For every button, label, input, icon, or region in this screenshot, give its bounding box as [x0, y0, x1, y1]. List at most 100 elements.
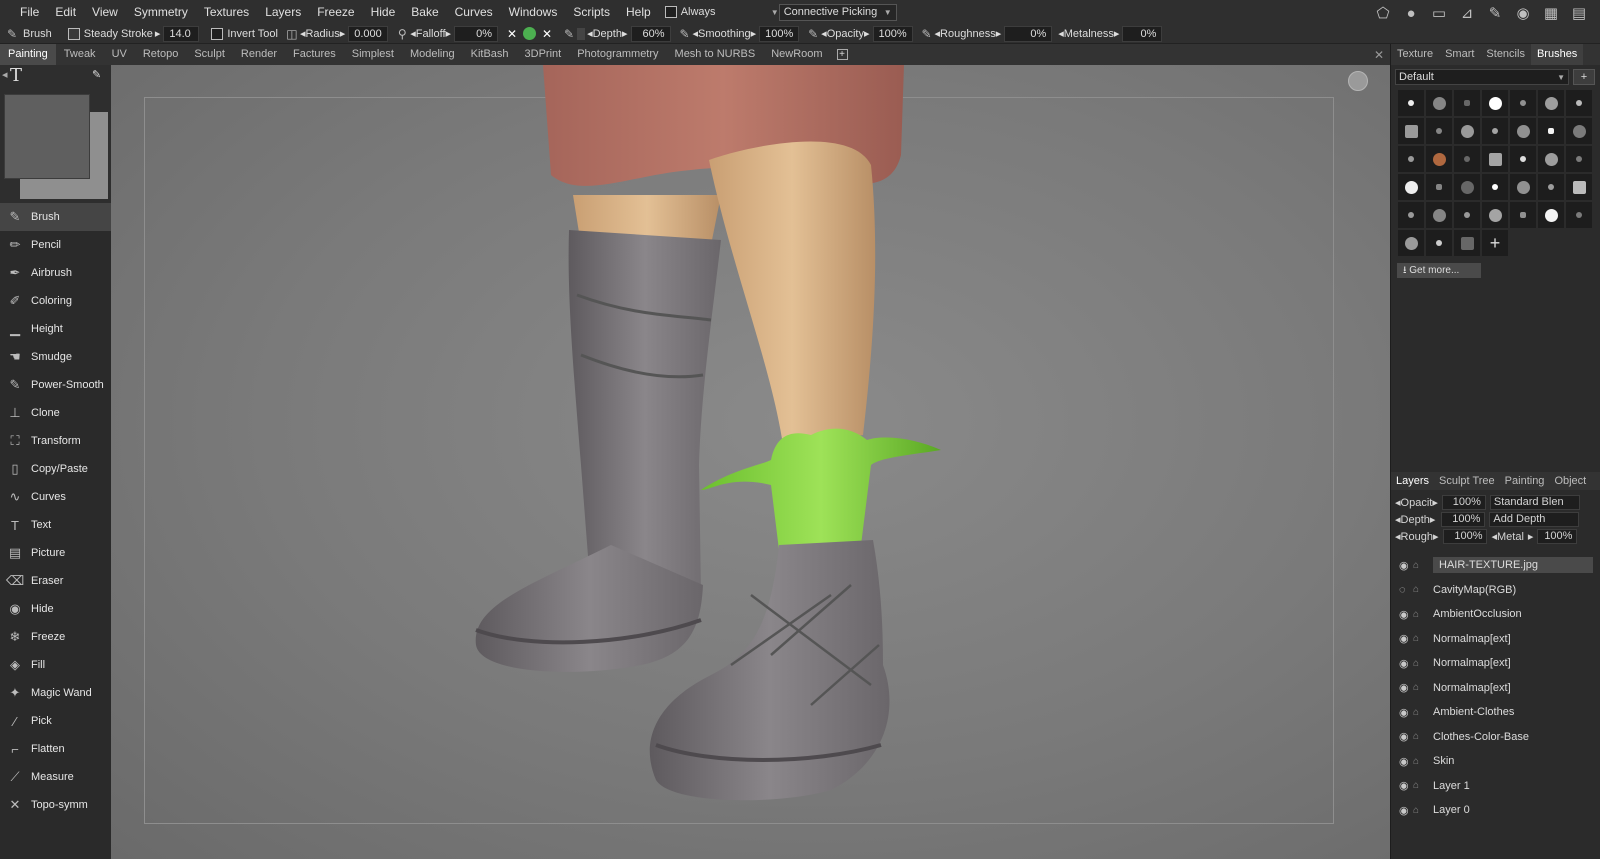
brush-thumbnail[interactable]	[1565, 145, 1593, 173]
menu-windows[interactable]: Windows	[501, 0, 566, 24]
tool-flatten[interactable]: ⌐ Flatten	[0, 735, 111, 763]
menu-freeze[interactable]: Freeze	[309, 0, 362, 24]
lock-icon[interactable]: ⌂	[1413, 560, 1427, 571]
tab-smart[interactable]: Smart	[1439, 44, 1480, 65]
brush-thumbnail[interactable]	[1565, 117, 1593, 145]
arrow-left-icon[interactable]: ◂	[2, 68, 8, 81]
eye-icon[interactable]: ◉	[1399, 730, 1413, 743]
brush-thumbnail[interactable]	[1509, 117, 1537, 145]
menu-hide[interactable]: Hide	[363, 0, 404, 24]
tool-measure[interactable]: ⟋ Measure	[0, 763, 111, 791]
brush-thumbnail[interactable]	[1397, 201, 1425, 229]
layer-row[interactable]: ◉ ⌂ Layer 1	[1391, 774, 1600, 799]
pentagon-icon[interactable]: ⬠	[1372, 3, 1394, 23]
add-brush-button[interactable]: +	[1573, 69, 1595, 85]
close-icon[interactable]: ✕	[1374, 48, 1384, 62]
tool-picture[interactable]: ▤ Picture	[0, 539, 111, 567]
eye-icon[interactable]: ◉	[1399, 657, 1413, 670]
viewport-nav-icon[interactable]	[1348, 71, 1368, 91]
tool-curves[interactable]: ∿ Curves	[0, 483, 111, 511]
eye-icon[interactable]: ◉	[1399, 779, 1413, 792]
primary-color-swatch[interactable]	[4, 94, 90, 179]
brush-thumbnail[interactable]	[1537, 173, 1565, 201]
tool-coloring[interactable]: ✐ Coloring	[0, 287, 111, 315]
depth-mode-dropdown[interactable]: Add Depth	[1489, 512, 1580, 527]
magnifier-icon[interactable]: ⚲	[394, 26, 410, 42]
layer-row[interactable]: ◉ ⌂ Skin	[1391, 749, 1600, 774]
material-icon[interactable]: ◉	[1512, 3, 1534, 23]
tool-magic-wand[interactable]: ✦ Magic Wand	[0, 679, 111, 707]
brush-thumbnail[interactable]	[1397, 117, 1425, 145]
layer-metal-field[interactable]: 100%	[1537, 529, 1578, 544]
lock-icon[interactable]: ⌂	[1413, 707, 1427, 718]
lock-icon[interactable]: ⌂	[1413, 658, 1427, 669]
brush-thumbnail[interactable]	[1453, 145, 1481, 173]
menu-symmetry[interactable]: Symmetry	[126, 0, 196, 24]
brush-thumbnail[interactable]	[1453, 117, 1481, 145]
tool-eraser[interactable]: ⌫ Eraser	[0, 567, 111, 595]
chart-icon[interactable]: ⊿	[1456, 3, 1478, 23]
menu-scripts[interactable]: Scripts	[565, 0, 618, 24]
brush-thumbnail[interactable]	[1537, 201, 1565, 229]
lock-icon[interactable]: ⌂	[1413, 609, 1427, 620]
tab-uv[interactable]: UV	[104, 44, 135, 65]
brush-thumbnail[interactable]	[1481, 201, 1509, 229]
brush-thumbnail[interactable]	[1509, 89, 1537, 117]
text-tool-icon[interactable]: T	[10, 65, 22, 86]
brush-thumbnail[interactable]	[1509, 173, 1537, 201]
layer-row[interactable]: ◉ ⌂ Clothes-Color-Base	[1391, 725, 1600, 750]
brush-thumbnail[interactable]	[1481, 89, 1509, 117]
menu-bake[interactable]: Bake	[403, 0, 446, 24]
brush-thumbnail[interactable]	[1565, 173, 1593, 201]
brush-thumbnail[interactable]	[1481, 145, 1509, 173]
lock-icon[interactable]: ⌂	[1413, 731, 1427, 742]
lock-icon[interactable]: ⌂	[1413, 780, 1427, 791]
tab-simplest[interactable]: Simplest	[344, 44, 402, 65]
layer-rough-field[interactable]: 100%	[1443, 529, 1488, 544]
falloff-field[interactable]: 0%	[454, 25, 499, 42]
layer-row[interactable]: ◌ ⌂ CavityMap(RGB)	[1391, 578, 1600, 603]
tab-texture[interactable]: Texture	[1391, 44, 1439, 65]
tool-text[interactable]: T Text	[0, 511, 111, 539]
brush-thumbnail[interactable]	[1453, 201, 1481, 229]
layer-row[interactable]: ◉ ⌂ Normalmap[ext]	[1391, 676, 1600, 701]
pen-icon[interactable]: ✎	[561, 26, 577, 42]
tab-brushes[interactable]: Brushes	[1530, 44, 1584, 65]
wrench-icon[interactable]: ✎	[1484, 3, 1506, 23]
tool-pencil[interactable]: ✏ Pencil	[0, 231, 111, 259]
always-dropdown[interactable]: Always ▼	[661, 4, 783, 21]
menu-textures[interactable]: Textures	[196, 0, 257, 24]
tool-smudge[interactable]: ☚ Smudge	[0, 343, 111, 371]
tab-tweak[interactable]: Tweak	[56, 44, 104, 65]
brush-thumbnail[interactable]	[1481, 117, 1509, 145]
tool-clone[interactable]: ⊥ Clone	[0, 399, 111, 427]
lock-icon[interactable]: ⌂	[1413, 584, 1427, 595]
smoothing-field[interactable]: 100%	[759, 25, 800, 42]
brush-thumbnail[interactable]	[1509, 145, 1537, 173]
metalness-field[interactable]: 0%	[1122, 25, 1163, 42]
lock-icon[interactable]: ⌂	[1413, 633, 1427, 644]
layer-opacity-field[interactable]: 100%	[1441, 495, 1486, 510]
brush-thumbnail[interactable]	[1537, 89, 1565, 117]
eye-icon[interactable]: ◉	[1399, 559, 1413, 572]
eye-icon[interactable]: ◉	[1399, 632, 1413, 645]
menu-curves[interactable]: Curves	[447, 0, 501, 24]
layer-row[interactable]: ◉ ⌂ Layer 0	[1391, 798, 1600, 823]
tool-airbrush[interactable]: ✒ Airbrush	[0, 259, 111, 287]
tab-newroom[interactable]: NewRoom	[763, 44, 830, 65]
lock-icon[interactable]: ⌂	[1413, 682, 1427, 693]
brush-thumbnail[interactable]	[1537, 117, 1565, 145]
pen-icon[interactable]: ✎	[919, 26, 935, 42]
brush-thumbnail[interactable]	[1565, 89, 1593, 117]
brush-thumbnail[interactable]	[1397, 173, 1425, 201]
tool-height[interactable]: ▁ Height	[0, 315, 111, 343]
close-icon[interactable]: ✕	[539, 26, 555, 42]
green-dot-icon[interactable]	[523, 27, 537, 40]
tab-modeling[interactable]: Modeling	[402, 44, 463, 65]
tab-render[interactable]: Render	[233, 44, 285, 65]
brush-thumbnail[interactable]	[1425, 229, 1453, 257]
brush-thumbnail[interactable]	[1397, 229, 1425, 257]
brush-thumbnail[interactable]	[1565, 201, 1593, 229]
grid-icon[interactable]: ▤	[1568, 3, 1590, 23]
invert-tool-checkbox[interactable]	[211, 27, 224, 40]
